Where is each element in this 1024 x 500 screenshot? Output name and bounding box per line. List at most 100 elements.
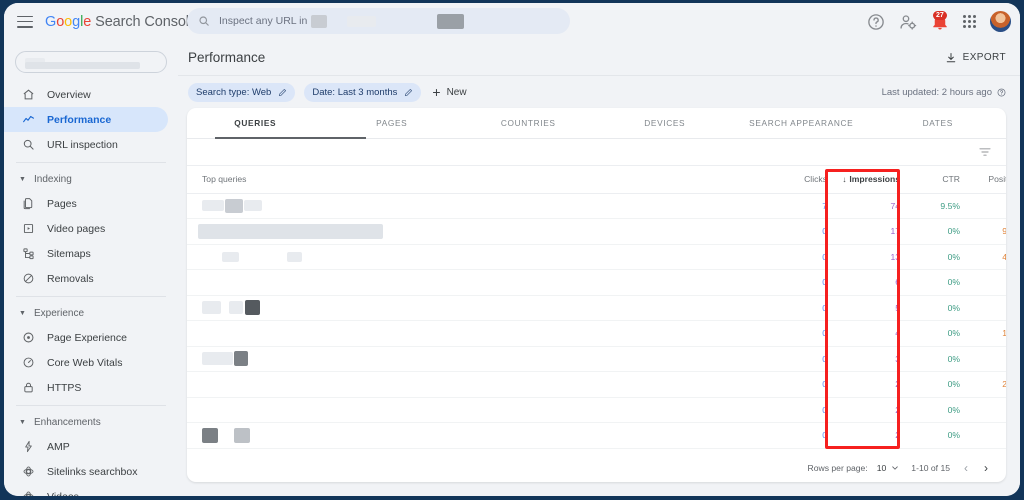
sidebar-item-videos[interactable]: Videos [4, 484, 168, 496]
chevron-down-icon: ▼ [19, 175, 26, 183]
column-header-clicks[interactable]: Clicks [772, 166, 835, 194]
sidebar-item-sitemaps[interactable]: Sitemaps [4, 241, 168, 266]
sidebar-item-performance[interactable]: Performance [4, 107, 168, 132]
search-console-app: Google Search Console Inspect any URL in… [4, 3, 1020, 496]
rows-per-page-label: Rows per page: [807, 462, 868, 473]
sidebar-item-https[interactable]: HTTPS [4, 375, 168, 400]
table-row[interactable]: 0 2 0% 80 [187, 422, 1006, 449]
redacted-property-2 [347, 15, 377, 27]
user-settings-icon[interactable] [899, 13, 917, 31]
filter-chip-date[interactable]: Date: Last 3 months [304, 82, 422, 102]
table-header: Top queries Clicks ↓ Impressions CTR Posi… [187, 166, 1006, 194]
column-header-impressions[interactable]: ↓ Impressions [835, 166, 909, 194]
rows-per-page-select[interactable]: 10 [877, 463, 900, 473]
sidebar-item-label: Page Experience [47, 331, 127, 344]
rows-per-page-value: 10 [876, 462, 887, 473]
cell-position: 90.9 [971, 218, 1006, 245]
download-icon [946, 52, 955, 62]
sidebar-section-experience[interactable]: ▼ Experience [4, 301, 178, 325]
cell-impressions: 13 [835, 244, 909, 270]
table-row[interactable]: 0 6 0% 15 [187, 269, 1006, 296]
sidebar-section-indexing[interactable]: ▼ Indexing [4, 167, 178, 191]
table-row[interactable]: 7 74 9.5% 4.1 [187, 193, 1006, 219]
cell-ctr: 0% [909, 397, 971, 423]
cell-query [187, 320, 772, 347]
trend-line-icon [21, 113, 35, 127]
table-row[interactable]: 0 13 0% 43.1 [187, 244, 1006, 270]
cell-clicks: 0 [772, 218, 835, 245]
chevron-down-icon: ▼ [19, 309, 26, 317]
sidebar-item-video-pages[interactable]: Video pages [4, 216, 168, 241]
video-pages-icon [21, 222, 35, 236]
amp-bolt-icon [21, 440, 35, 454]
chevron-down-icon: ▼ [19, 418, 26, 426]
property-selector[interactable] [15, 51, 167, 73]
column-header-ctr[interactable]: CTR [909, 166, 971, 194]
sidebar-divider [16, 162, 166, 163]
tab-devices[interactable]: DEVICES [597, 108, 734, 138]
tab-search-appearance[interactable]: SEARCH APPEARANCE [733, 108, 870, 138]
cell-impressions: 17 [835, 218, 909, 245]
cell-ctr: 0% [909, 244, 971, 270]
plus-icon: + [432, 84, 441, 100]
table-row[interactable]: 0 17 0% 90.9 [187, 218, 1006, 245]
column-header-position[interactable]: Position [971, 166, 1006, 194]
cell-clicks: 0 [772, 320, 835, 347]
sidebar-item-sitelinks-searchbox[interactable]: Sitelinks searchbox [4, 459, 168, 484]
cell-position: 27 [971, 295, 1006, 321]
sidebar-nav: Overview Performance URL inspection ▼ In… [4, 40, 178, 496]
tab-dates[interactable]: DATES [870, 108, 1007, 138]
videos-icon [21, 490, 35, 496]
sidebar-item-removals[interactable]: Removals [4, 266, 168, 291]
sidebar-item-url-inspection[interactable]: URL inspection [4, 132, 168, 157]
avatar[interactable] [990, 11, 1011, 32]
cell-ctr: 0% [909, 295, 971, 321]
tab-pages[interactable]: PAGES [324, 108, 461, 138]
search-placeholder: Inspect any URL in [219, 15, 308, 27]
redacted-property-3 [437, 13, 465, 29]
sidebar-item-pages[interactable]: Pages [4, 191, 168, 216]
redacted-query-text [202, 352, 233, 366]
cell-position: 13.3 [971, 320, 1006, 347]
cell-query [187, 371, 772, 398]
export-label: EXPORT [962, 52, 1006, 63]
url-inspection-search-input[interactable]: Inspect any URL in [187, 8, 570, 34]
cell-ctr: 0% [909, 320, 971, 347]
tab-queries[interactable]: QUERIES [187, 108, 324, 138]
help-circle-icon[interactable] [867, 13, 885, 31]
help-circle-icon[interactable] [997, 88, 1006, 97]
table-row[interactable]: 0 2 0% 25.5 [187, 371, 1006, 398]
table-row[interactable]: 0 2 0% 52 [187, 397, 1006, 423]
notifications-button[interactable]: 27 [931, 10, 949, 31]
column-header-top-queries[interactable]: Top queries [187, 166, 772, 194]
cell-impressions: 2 [835, 397, 909, 423]
table-row[interactable]: 0 3 0% 1 [187, 346, 1006, 372]
redacted-query-text [198, 223, 383, 239]
sidebar-item-page-experience[interactable]: Page Experience [4, 325, 168, 350]
apps-grid-icon[interactable] [963, 15, 976, 28]
filter-chip-label: Search type: Web [196, 86, 272, 98]
sidebar-section-enhancements[interactable]: ▼ Enhancements [4, 410, 178, 434]
cell-ctr: 0% [909, 269, 971, 296]
table-row[interactable]: 0 5 0% 27 [187, 295, 1006, 321]
cell-position: 43.1 [971, 244, 1006, 270]
tab-countries[interactable]: COUNTRIES [460, 108, 597, 138]
pagination-prev-button[interactable]: ‹ [962, 461, 970, 475]
funnel-filter-icon[interactable] [978, 145, 992, 159]
filter-chip-search-type[interactable]: Search type: Web [188, 82, 296, 102]
table-row[interactable]: 0 4 0% 13.3 [187, 320, 1006, 347]
sidebar-item-label: Video pages [47, 222, 106, 235]
hamburger-icon[interactable] [17, 15, 33, 28]
new-filter-button[interactable]: + New [430, 85, 466, 99]
google-search-console-logo: Google Search Console [45, 13, 197, 30]
export-button[interactable]: EXPORT [945, 52, 1006, 64]
sidebar-item-overview[interactable]: Overview [4, 82, 168, 107]
notification-badge: 27 [933, 10, 947, 20]
cell-ctr: 0% [909, 371, 971, 398]
cell-clicks: 0 [772, 295, 835, 321]
sidebar-item-amp[interactable]: AMP [4, 434, 168, 459]
pagination-next-button[interactable]: › [982, 461, 990, 475]
sidebar-item-core-web-vitals[interactable]: Core Web Vitals [4, 350, 168, 375]
sidebar-item-label: Sitemaps [47, 247, 91, 260]
sitemaps-icon [21, 247, 35, 261]
